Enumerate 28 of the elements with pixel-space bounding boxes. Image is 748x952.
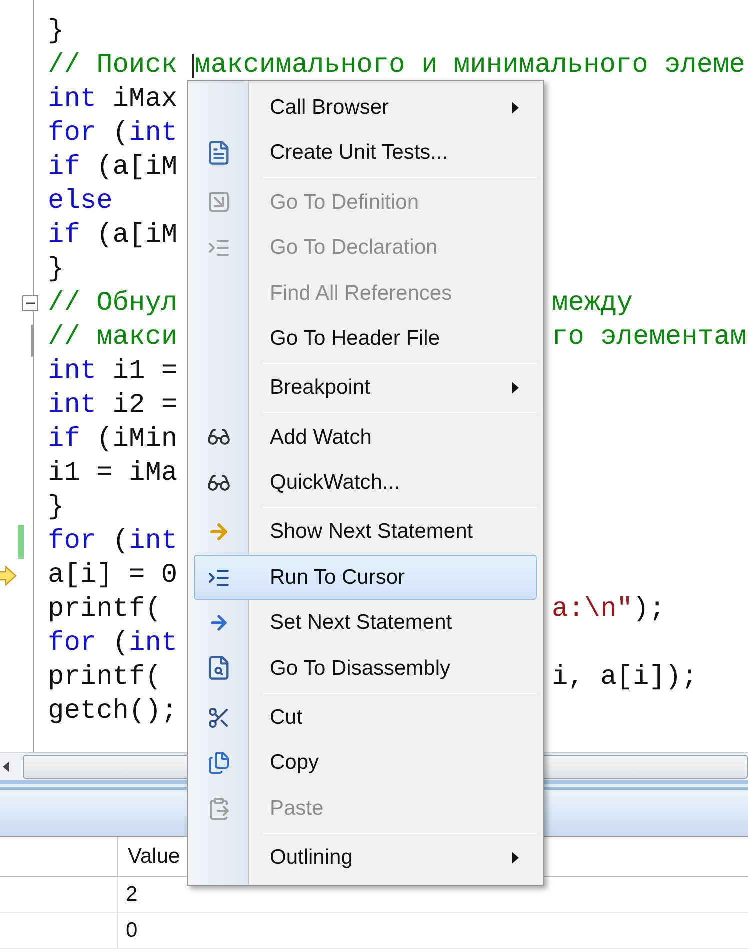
code-line: printf( <box>48 594 162 627</box>
code-line: int iMax <box>48 84 178 117</box>
code-line: } <box>48 254 64 287</box>
code-line: getch(); <box>48 696 178 729</box>
table-cell-text: 2 <box>125 882 139 908</box>
code-line: между <box>552 288 634 321</box>
code-line: го элементам <box>552 322 746 355</box>
code-line: else <box>48 186 113 219</box>
code-line: if (iMin <box>48 424 178 457</box>
code-line: // Поиск <box>48 50 178 83</box>
code-line: int i2 = <box>48 390 178 423</box>
code-line: int i1 = <box>48 356 178 389</box>
code-line: i, a[i]); <box>552 662 698 695</box>
code-line: максимального и минимального элеме <box>194 50 746 83</box>
table-cell-text: 0 <box>125 918 139 944</box>
code-line: // Обнул <box>48 288 178 321</box>
code-line: printf( <box>48 662 162 695</box>
code-line: if (a[iM <box>48 152 178 185</box>
code-line: } <box>48 492 64 525</box>
code-line: a:\n"); <box>552 594 666 627</box>
code-line: i1 = iMa <box>48 458 178 491</box>
code-line: a[i] = 0 <box>48 560 178 593</box>
code-line: // макси <box>48 322 178 355</box>
code-line: for (int <box>48 526 178 559</box>
code-line: for (int <box>48 628 178 661</box>
code-line: } <box>48 16 64 49</box>
code-line: for (int <box>48 118 178 151</box>
code-line: if (a[iM <box>48 220 178 253</box>
